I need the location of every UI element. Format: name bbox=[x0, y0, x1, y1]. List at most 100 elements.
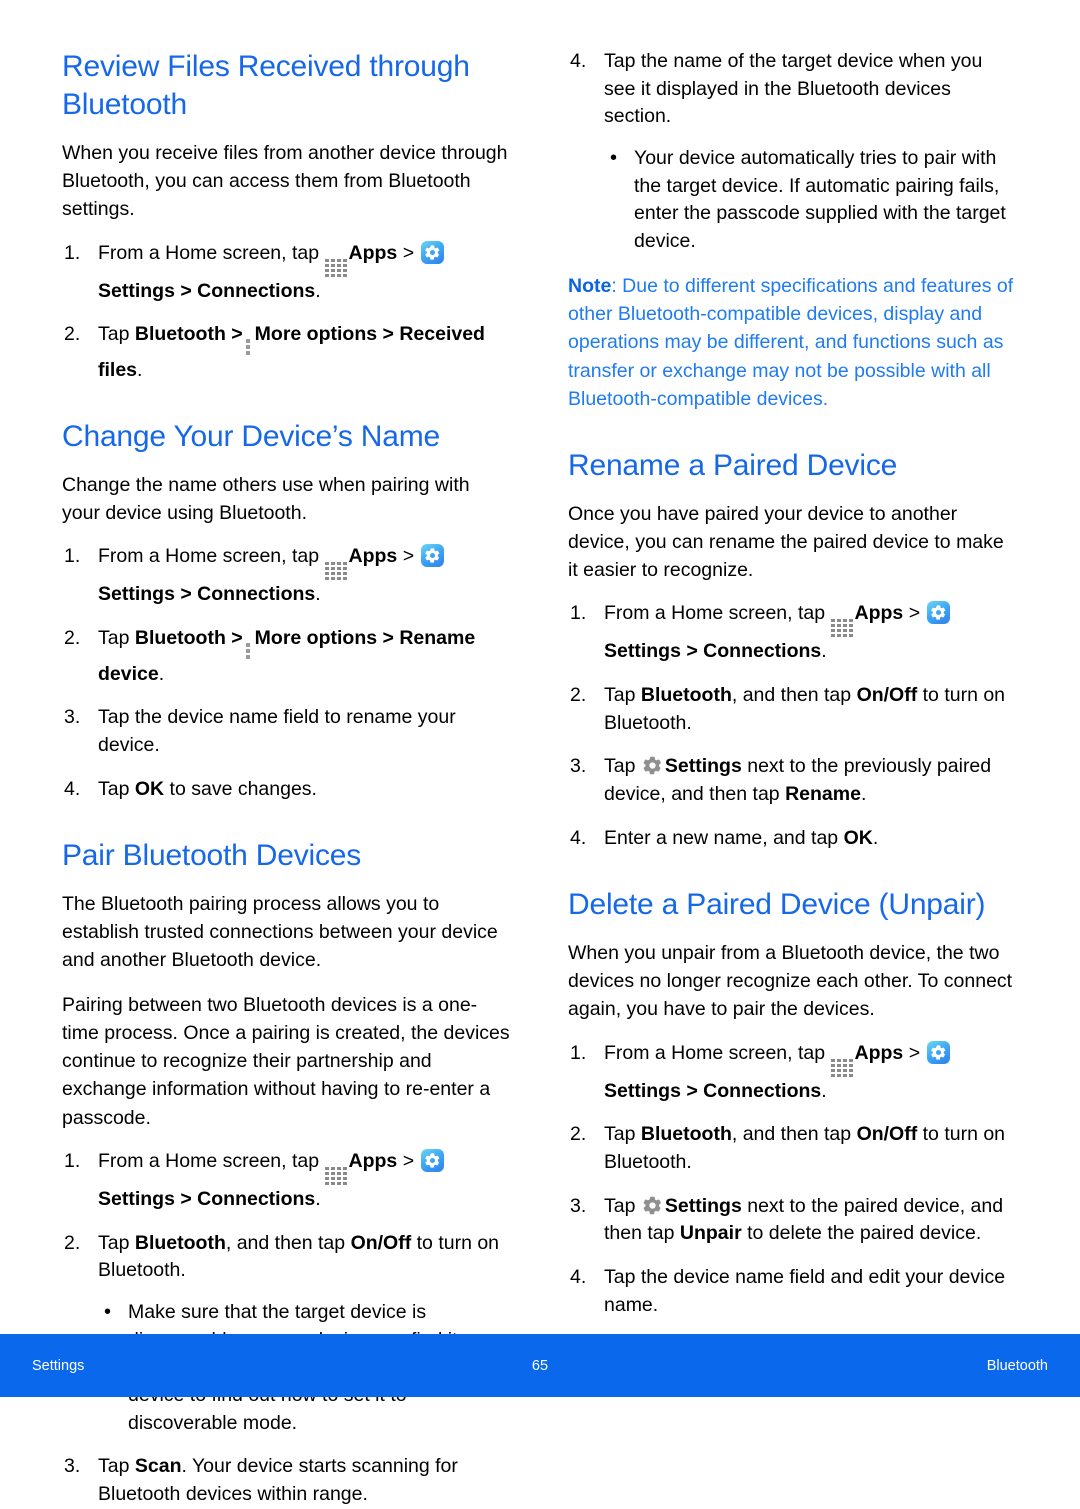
step-text: Tap bbox=[98, 777, 130, 800]
section-intro-text: Change the name others use when pairing … bbox=[62, 473, 470, 525]
steps-list-review-files: From a Home screen, tap Apps > Settings … bbox=[62, 240, 512, 385]
period: . bbox=[315, 583, 321, 606]
section-intro-text-2: Pairing between two Bluetooth devices is… bbox=[62, 993, 510, 1129]
gear-icon bbox=[643, 1196, 661, 1214]
separator: > bbox=[382, 323, 394, 346]
separator: > bbox=[908, 1041, 921, 1064]
list-item: From a Home screen, tap Apps > Settings … bbox=[62, 1148, 512, 1214]
list-item: Tap Bluetooth, and then tap On/Off to tu… bbox=[568, 682, 1018, 737]
section-rename-paired-device: Rename a Paired Device Once you have pai… bbox=[568, 447, 1018, 852]
apps-label: Apps bbox=[348, 241, 398, 264]
section-delete-paired-device: Delete a Paired Device (Unpair) When you… bbox=[568, 886, 1018, 1319]
bluetooth-label: Bluetooth bbox=[134, 1231, 226, 1254]
section-continued-steps: Tap the name of the target device when y… bbox=[568, 48, 1018, 413]
scan-label: Scan bbox=[134, 1455, 182, 1478]
settings-app-icon bbox=[420, 240, 444, 264]
list-item: Tap Settings next to the paired device, … bbox=[568, 1193, 1018, 1248]
period: . bbox=[158, 662, 165, 685]
section-intro-text-1: The Bluetooth pairing process allows you… bbox=[62, 892, 498, 972]
separator: > bbox=[402, 545, 415, 568]
bluetooth-label: Bluetooth bbox=[640, 1123, 732, 1146]
step-text: From a Home screen, tap bbox=[98, 1149, 320, 1172]
section-heading: Pair Bluetooth Devices bbox=[62, 839, 362, 873]
step-text-end: to delete the paired device. bbox=[747, 1222, 982, 1245]
more-options-icon bbox=[244, 338, 252, 357]
list-item: Tap the device name field and edit your … bbox=[570, 1264, 1006, 1316]
section-change-device-name: Change Your Device’s Name Change the nam… bbox=[62, 418, 512, 803]
page-footer: Settings 65 Bluetooth bbox=[0, 1334, 1080, 1397]
settings-app-icon bbox=[926, 601, 950, 625]
period: . bbox=[315, 279, 321, 302]
apps-label: Apps bbox=[854, 1041, 904, 1064]
note-label: Note bbox=[568, 274, 612, 297]
apps-grid-icon bbox=[324, 562, 347, 581]
left-column: Review Files Received through Bluetooth … bbox=[62, 48, 512, 1505]
period: . bbox=[872, 826, 879, 849]
list-item: From a Home screen, tap Apps > Settings … bbox=[568, 600, 1018, 666]
right-column: Tap the name of the target device when y… bbox=[568, 48, 1018, 1330]
step-text: From a Home screen, tap bbox=[604, 602, 826, 625]
step-text: Tap bbox=[604, 1123, 636, 1146]
step-text: From a Home screen, tap bbox=[604, 1041, 826, 1064]
settings-label: Settings bbox=[98, 279, 175, 302]
step-tail: > Connections bbox=[180, 279, 316, 302]
separator: > bbox=[908, 602, 921, 625]
note-body: : Due to different specifications and fe… bbox=[568, 274, 1014, 410]
section-intro-text: Once you have paired your device to anot… bbox=[568, 502, 1004, 582]
apps-label: Apps bbox=[854, 602, 904, 625]
step-text-mid: , and then tap bbox=[731, 684, 852, 707]
section-heading: Rename a Paired Device bbox=[568, 449, 898, 483]
onoff-label: On/Off bbox=[856, 684, 918, 707]
list-item: Tap the device name field to rename your… bbox=[64, 704, 456, 756]
steps-list-change-name: From a Home screen, tap Apps > Settings … bbox=[62, 543, 512, 803]
bluetooth-label: Bluetooth bbox=[134, 323, 226, 346]
period: . bbox=[821, 640, 827, 663]
section-heading: Delete a Paired Device (Unpair) bbox=[568, 888, 986, 922]
settings-label: Settings bbox=[664, 755, 742, 778]
more-options-icon bbox=[244, 642, 252, 661]
list-item: Tap the name of the target device when y… bbox=[568, 48, 1018, 256]
step-text: Tap bbox=[98, 627, 130, 650]
step-text: Tap the name of the target device when y… bbox=[604, 50, 983, 128]
step-text-mid: , and then tap bbox=[731, 1123, 852, 1146]
settings-label: Settings bbox=[604, 1079, 681, 1102]
apps-grid-icon bbox=[830, 1058, 853, 1078]
step-text: Enter a new name, and tap bbox=[604, 826, 839, 849]
more-options-label: More options bbox=[254, 323, 378, 346]
step-tail: > Connections bbox=[180, 1187, 316, 1210]
onoff-label: On/Off bbox=[856, 1123, 918, 1146]
separator: > bbox=[402, 1149, 415, 1172]
separator: > bbox=[231, 323, 243, 346]
ok-label: OK bbox=[843, 826, 873, 849]
step-text: Tap bbox=[98, 323, 130, 346]
footer-right-label: Bluetooth bbox=[986, 1357, 1048, 1374]
step-text: Tap bbox=[98, 1231, 130, 1254]
steps-list-pair-devices: From a Home screen, tap Apps > Settings … bbox=[62, 1148, 512, 1509]
step-text: Tap bbox=[604, 755, 636, 778]
separator: > bbox=[382, 627, 394, 650]
list-item: Tap Bluetooth > More options > Received f… bbox=[62, 321, 512, 384]
step-tail: > Connections bbox=[686, 1079, 822, 1102]
list-item: Tap OK to save changes. bbox=[62, 776, 512, 804]
step-text: From a Home screen, tap bbox=[98, 241, 320, 264]
list-item: Tap Bluetooth, and then tap On/Off to tu… bbox=[568, 1121, 1018, 1176]
ok-label: OK bbox=[134, 777, 165, 800]
footer-left-label: Settings bbox=[32, 1357, 85, 1374]
section-intro-text: When you receive files from another devi… bbox=[62, 141, 508, 221]
document-page: Review Files Received through Bluetooth … bbox=[0, 0, 1080, 1505]
step-tail: > Connections bbox=[180, 583, 316, 606]
list-item: Tap Scan. Your device starts scanning fo… bbox=[62, 1453, 512, 1508]
settings-app-icon bbox=[420, 544, 444, 568]
onoff-label: On/Off bbox=[350, 1231, 412, 1254]
apps-grid-icon bbox=[324, 1166, 347, 1186]
apps-grid-icon bbox=[324, 258, 347, 278]
period: . bbox=[137, 358, 143, 381]
apps-label: Apps bbox=[348, 1149, 398, 1172]
list-item: From a Home screen, tap Apps > Settings … bbox=[568, 1040, 1018, 1106]
step-text: Tap bbox=[604, 684, 636, 707]
step-text: From a Home screen, tap bbox=[98, 545, 320, 568]
steps-list-continued: Tap the name of the target device when y… bbox=[568, 48, 1018, 256]
section-review-files: Review Files Received through Bluetooth … bbox=[62, 48, 512, 384]
period: . bbox=[821, 1079, 827, 1102]
unpair-label: Unpair bbox=[679, 1222, 742, 1245]
